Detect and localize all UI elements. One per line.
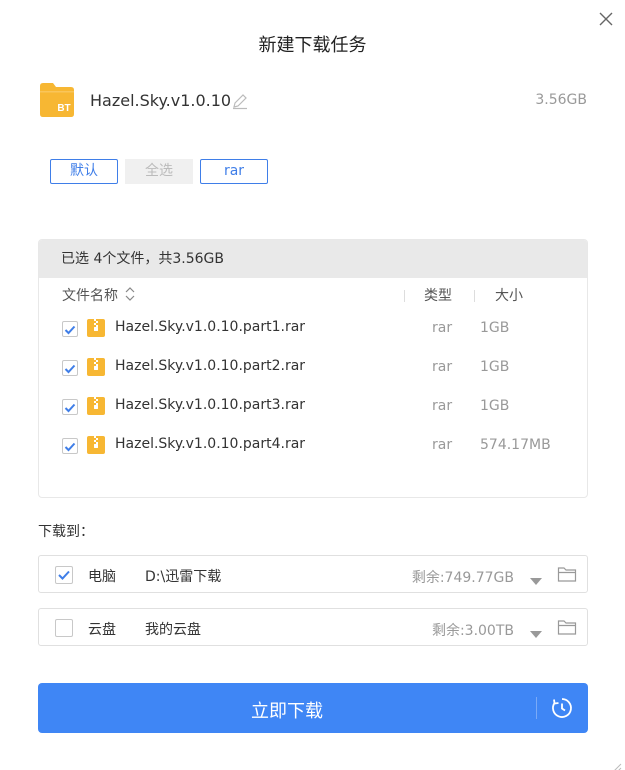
rename-button[interactable] <box>231 92 249 110</box>
close-icon <box>599 12 613 26</box>
bt-file-icon: BT <box>38 80 76 118</box>
browse-folder-button[interactable] <box>557 618 577 636</box>
free-space: 剩余:3.00TB <box>431 623 514 639</box>
dialog-title: 新建下载任务 <box>258 35 367 56</box>
file-list-panel: 已选 4个文件，共3.56GB 文件名称 类型 大小 Hazel.Sky.v1.… <box>38 239 588 498</box>
browse-folder-button[interactable] <box>557 565 577 583</box>
file-type: rar <box>432 398 453 414</box>
destination-name: 电脑 <box>88 569 116 585</box>
zip-file-icon <box>86 318 106 338</box>
download-now-button[interactable]: 立即下载 <box>38 683 588 733</box>
task-name: Hazel.Sky.v1.0.10 <box>90 91 232 110</box>
file-size: 1GB <box>480 398 510 414</box>
chevron-down-icon <box>530 631 542 638</box>
folder-icon <box>557 620 577 635</box>
file-type: rar <box>432 437 453 453</box>
resize-grip[interactable] <box>612 757 622 770</box>
default-filter-button[interactable]: 默认 <box>50 159 118 184</box>
rar-filter-button[interactable]: rar <box>200 159 268 184</box>
file-name: Hazel.Sky.v1.0.10.part3.rar <box>115 397 306 413</box>
zip-file-icon <box>86 435 106 455</box>
column-header-size[interactable]: 大小 <box>495 285 523 305</box>
destination-name: 云盘 <box>88 622 116 638</box>
destination-cloud[interactable]: 云盘 我的云盘 剩余:3.00TB <box>38 608 588 646</box>
check-icon <box>64 403 76 413</box>
destination-pc-checkbox[interactable] <box>55 566 73 584</box>
file-size: 1GB <box>480 359 510 375</box>
file-row[interactable]: Hazel.Sky.v1.0.10.part1.rar rar 1GB <box>39 316 587 342</box>
file-checkbox[interactable] <box>62 360 78 376</box>
chevron-down-icon <box>530 578 542 585</box>
file-size: 1GB <box>480 320 510 336</box>
button-divider <box>536 697 537 719</box>
zip-file-icon <box>86 396 106 416</box>
scheduled-download-button[interactable] <box>551 697 573 719</box>
column-divider <box>404 290 405 302</box>
column-header-name[interactable]: 文件名称 <box>62 285 136 305</box>
download-to-label: 下载到： <box>38 524 94 540</box>
file-row[interactable]: Hazel.Sky.v1.0.10.part2.rar rar 1GB <box>39 355 587 381</box>
file-name: Hazel.Sky.v1.0.10.part4.rar <box>115 436 306 452</box>
check-icon <box>64 364 76 374</box>
free-space: 剩余:749.77GB <box>411 570 514 586</box>
destination-path: 我的云盘 <box>145 622 201 638</box>
path-dropdown[interactable] <box>529 624 543 638</box>
task-size: 3.56GB <box>535 92 587 108</box>
check-icon <box>64 325 76 335</box>
select-all-button[interactable]: 全选 <box>125 159 193 184</box>
column-header-type[interactable]: 类型 <box>424 285 452 305</box>
destination-cloud-checkbox[interactable] <box>55 619 73 637</box>
file-type: rar <box>432 320 453 336</box>
path-dropdown[interactable] <box>529 571 543 585</box>
clock-icon <box>552 698 572 718</box>
check-icon <box>58 570 70 580</box>
selection-summary: 已选 4个文件，共3.56GB <box>39 240 587 278</box>
pencil-icon <box>233 94 247 110</box>
zip-file-icon <box>86 357 106 377</box>
file-row[interactable]: Hazel.Sky.v1.0.10.part3.rar rar 1GB <box>39 394 587 420</box>
download-now-label: 立即下载 <box>251 701 323 722</box>
check-icon <box>64 442 76 452</box>
file-checkbox[interactable] <box>62 321 78 337</box>
destination-pc[interactable]: 电脑 D:\迅雷下载 剩余:749.77GB <box>38 555 588 593</box>
file-size: 574.17MB <box>480 437 551 453</box>
svg-text:BT: BT <box>57 103 70 114</box>
file-name: Hazel.Sky.v1.0.10.part2.rar <box>115 358 306 374</box>
destination-path: D:\迅雷下载 <box>145 569 222 585</box>
sort-icon <box>126 287 135 301</box>
close-button[interactable] <box>596 9 616 29</box>
file-checkbox[interactable] <box>62 399 78 415</box>
file-row[interactable]: Hazel.Sky.v1.0.10.part4.rar rar 574.17MB <box>39 433 587 459</box>
folder-icon <box>557 567 577 582</box>
file-name: Hazel.Sky.v1.0.10.part1.rar <box>115 319 306 335</box>
file-type: rar <box>432 359 453 375</box>
file-checkbox[interactable] <box>62 438 78 454</box>
column-divider <box>474 290 475 302</box>
